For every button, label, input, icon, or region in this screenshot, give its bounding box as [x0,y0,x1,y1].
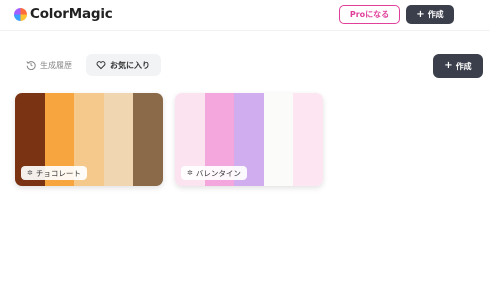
app-header: ColorMagic Proになる + 作成 [0,0,490,31]
sparkle-icon: ✲ [187,169,193,177]
create-button[interactable]: + 作成 [433,54,483,78]
header-create-label: 作成 [427,10,444,19]
history-icon [26,61,36,70]
sparkle-icon: ✲ [27,169,33,177]
logo[interactable]: ColorMagic [14,6,113,22]
go-pro-button[interactable]: Proになる [339,5,400,24]
go-pro-label: Proになる [349,10,390,19]
tab-history[interactable]: 生成履歴 [18,54,82,76]
palette-card[interactable]: ✲ バレンタイン [175,93,323,186]
tab-history-label: 生成履歴 [40,60,72,70]
logo-icon [14,7,27,21]
palette-card[interactable]: ✲ チョコレート [15,93,163,186]
palette-name: チョコレート [35,168,81,178]
color-swatch[interactable] [263,93,294,186]
plus-icon: + [444,60,453,71]
heart-icon [96,61,106,70]
palette-label: ✲ チョコレート [21,166,87,180]
palette-label: ✲ バレンタイン [181,166,247,180]
color-swatch[interactable] [103,93,134,186]
tab-favorites-label: お気に入り [110,60,150,70]
palette-name: バレンタイン [195,168,241,178]
logo-text: ColorMagic [30,6,113,22]
tab-favorites[interactable]: お気に入り [86,54,161,76]
create-label: 作成 [455,61,472,71]
color-swatch[interactable] [293,93,323,186]
header-create-button[interactable]: + 作成 [406,5,454,24]
plus-icon: + [416,8,425,20]
color-swatch[interactable] [133,93,163,186]
